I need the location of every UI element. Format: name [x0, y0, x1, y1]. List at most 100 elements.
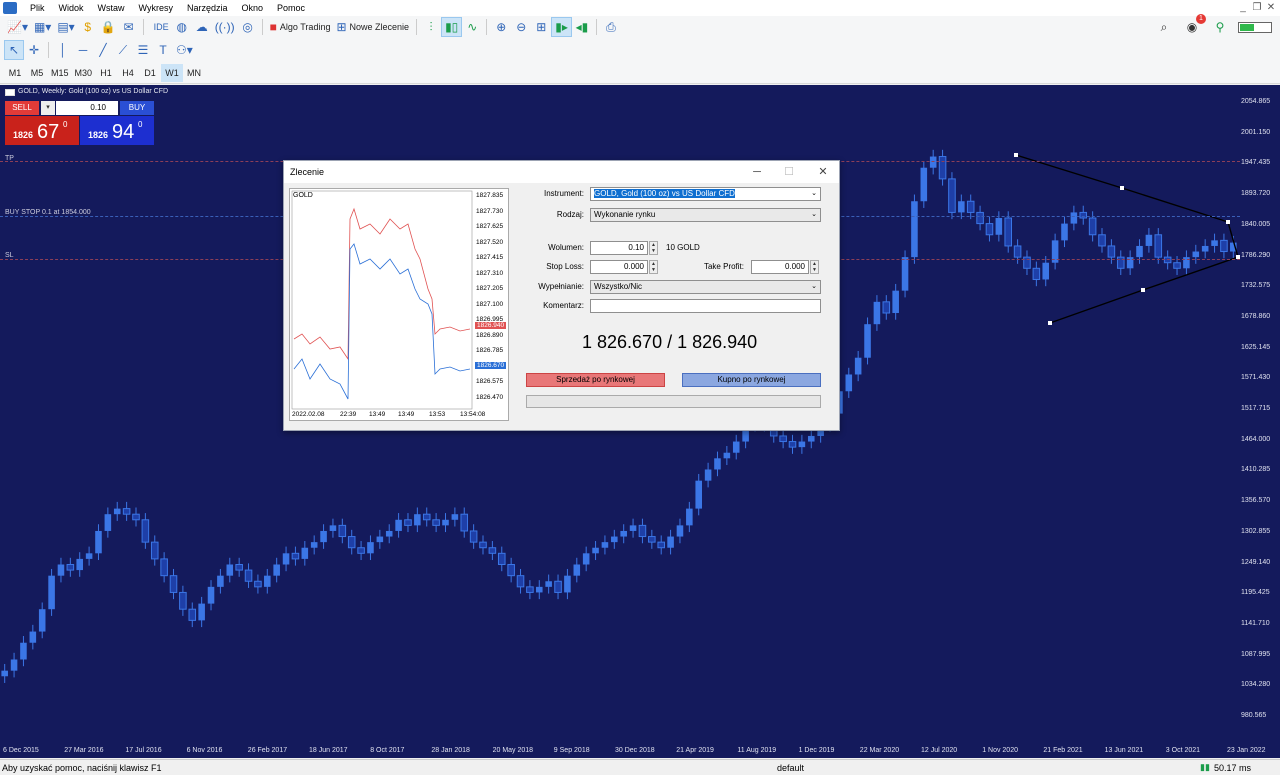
take-profit-input[interactable]: 0.000 [751, 260, 809, 274]
buy-market-button[interactable]: Kupno po rynkowej [682, 373, 821, 387]
price-tick-label: 1195.425 [1241, 589, 1270, 597]
profiles-icon[interactable]: ▦▾ [31, 17, 54, 37]
one-click-sell-button[interactable]: 1826 67 0 [5, 116, 79, 145]
cursor-icon[interactable]: ↖ [4, 40, 24, 60]
tick-chart-y-label: 1827.625 [476, 223, 504, 230]
candle [648, 536, 656, 543]
candlestick-icon[interactable]: ▮▯ [441, 17, 463, 37]
object-anchor-point[interactable] [1226, 220, 1230, 224]
vertical-line-icon[interactable]: │ [53, 40, 73, 60]
stop-loss-stepper[interactable]: ▲ ▼ [649, 260, 658, 274]
instrument-select[interactable]: GOLD, Gold (100 oz) vs US Dollar CFD ⌄ [590, 187, 821, 201]
dialog-close-icon[interactable]: ✕ [812, 161, 834, 183]
one-click-buy-button[interactable]: 1826 94 0 [80, 116, 154, 145]
timeframe-h1[interactable]: H1 [95, 64, 117, 82]
candle [526, 586, 534, 593]
angle-line-icon[interactable]: ⟋ [113, 40, 133, 60]
lock-icon[interactable]: 🔒 [98, 17, 119, 37]
screenshot-icon[interactable]: ⎙ [601, 17, 621, 37]
tile-windows-icon[interactable]: ⊞ [531, 17, 551, 37]
menu-item-plik[interactable]: Plik [23, 0, 52, 16]
text-icon[interactable]: T [153, 40, 173, 60]
sell-market-button[interactable]: Sprzedaż po rynkowej [526, 373, 665, 387]
crosshair-icon[interactable]: ✛ [24, 40, 44, 60]
menu-item-widok[interactable]: Widok [52, 0, 91, 16]
dialog-minimize-icon[interactable]: ─ [746, 161, 768, 183]
candle [207, 586, 215, 604]
timeframe-m1[interactable]: M1 [4, 64, 26, 82]
object-anchor-point[interactable] [1048, 321, 1052, 325]
timeframe-h4[interactable]: H4 [117, 64, 139, 82]
restore-icon[interactable]: ❐ [1250, 0, 1264, 16]
volume-dropdown-icon[interactable]: ▾ [41, 101, 55, 115]
autoscroll-icon[interactable]: ▮▸ [551, 17, 572, 37]
one-click-sell-label[interactable]: SELL [5, 101, 39, 115]
close-icon[interactable]: ✕ [1264, 0, 1278, 16]
candle [113, 508, 121, 515]
timeframe-w1[interactable]: W1 [161, 63, 184, 82]
filling-select[interactable]: Wszystko/Nic ⌄ [590, 280, 821, 294]
chart-type-icon[interactable]: 📈▾ [4, 17, 31, 37]
price-tick-label: 1034.280 [1241, 681, 1271, 689]
zoom-out-icon[interactable]: ⊖ [511, 17, 531, 37]
menu-item-wstaw[interactable]: Wstaw [91, 0, 132, 16]
horizontal-line-icon[interactable]: ─ [73, 40, 93, 60]
tick-chart-x-label: 13:49 [398, 411, 415, 418]
algo-trading-button[interactable]: ■ Algo Trading [267, 17, 334, 37]
price-tick-label: 1947.435 [1241, 159, 1271, 167]
stop-loss-input[interactable]: 0.000 [590, 260, 648, 274]
candle [254, 580, 262, 588]
timeframe-m5[interactable]: M5 [26, 64, 48, 82]
menu-item-narzedzia[interactable]: Narzędzia [180, 0, 235, 16]
type-select[interactable]: Wykonanie rynku ⌄ [590, 208, 821, 222]
one-click-volume[interactable]: 0.10 [56, 101, 118, 115]
ide-button[interactable]: IDE [148, 17, 172, 37]
volume-input[interactable]: 0.10 [590, 241, 648, 255]
time-tick-label: 26 Feb 2017 [247, 747, 288, 754]
minimize-icon[interactable]: _ [1236, 0, 1250, 16]
candle [320, 530, 327, 543]
timeframe-mn[interactable]: MN [183, 64, 205, 82]
take-profit-label: Take Profit: [703, 262, 744, 271]
one-click-buy-label[interactable]: BUY [120, 101, 154, 115]
status-bar: Aby uzyskać pomoc, naciśnij klawisz F1 d… [0, 759, 1280, 775]
menu-item-pomoc[interactable]: Pomoc [270, 0, 312, 16]
timeframe-d1[interactable]: D1 [139, 64, 161, 82]
timeframe-m15[interactable]: M15 [48, 64, 72, 82]
object-anchor-point[interactable] [1120, 186, 1124, 190]
candle [592, 547, 599, 554]
candle [1, 670, 8, 677]
comment-input[interactable] [590, 299, 821, 313]
vps-radio-icon[interactable]: ((·)) [212, 17, 238, 37]
bar-chart-icon[interactable]: ⫶ [421, 17, 441, 37]
chart-shift-icon[interactable]: ◂▮ [572, 17, 592, 37]
candle [404, 519, 412, 526]
menu-item-okno[interactable]: Okno [234, 0, 270, 16]
cloud-icon[interactable]: ☁ [192, 17, 212, 37]
notifications-icon[interactable]: ◉ 1 [1182, 14, 1206, 37]
new-order-button[interactable]: ⊞ Nowe Zlecenie [333, 17, 412, 37]
take-profit-stepper[interactable]: ▲ ▼ [810, 260, 819, 274]
candle [676, 525, 684, 537]
volume-stepper[interactable]: ▲ ▼ [649, 241, 658, 255]
object-anchor-point[interactable] [1141, 288, 1145, 292]
globe-icon[interactable]: ◎ [238, 17, 258, 37]
candle [779, 435, 787, 443]
line-chart-icon[interactable]: ∿ [462, 17, 482, 37]
search-icon[interactable]: ⌕ [1154, 17, 1174, 37]
candle [264, 575, 271, 587]
object-anchor-point[interactable] [1014, 153, 1018, 157]
candle [48, 575, 55, 610]
timeframe-m30[interactable]: M30 [72, 64, 96, 82]
signals-icon[interactable]: ✉ [119, 17, 139, 37]
menu-item-wykresy[interactable]: Wykresy [132, 0, 180, 16]
candle [347, 536, 356, 549]
zoom-in-icon[interactable]: ⊕ [491, 17, 511, 37]
triangle-pattern-object[interactable] [1015, 154, 1239, 324]
templates-icon[interactable]: ▤▾ [54, 17, 77, 37]
trendline-icon[interactable]: ╱ [93, 40, 113, 60]
market-icon[interactable]: $ [78, 17, 98, 37]
channel-icon[interactable]: ☰ [133, 40, 153, 60]
shapes-icon[interactable]: ⚇▾ [173, 40, 196, 60]
vps-icon[interactable]: ◍ [172, 17, 192, 37]
